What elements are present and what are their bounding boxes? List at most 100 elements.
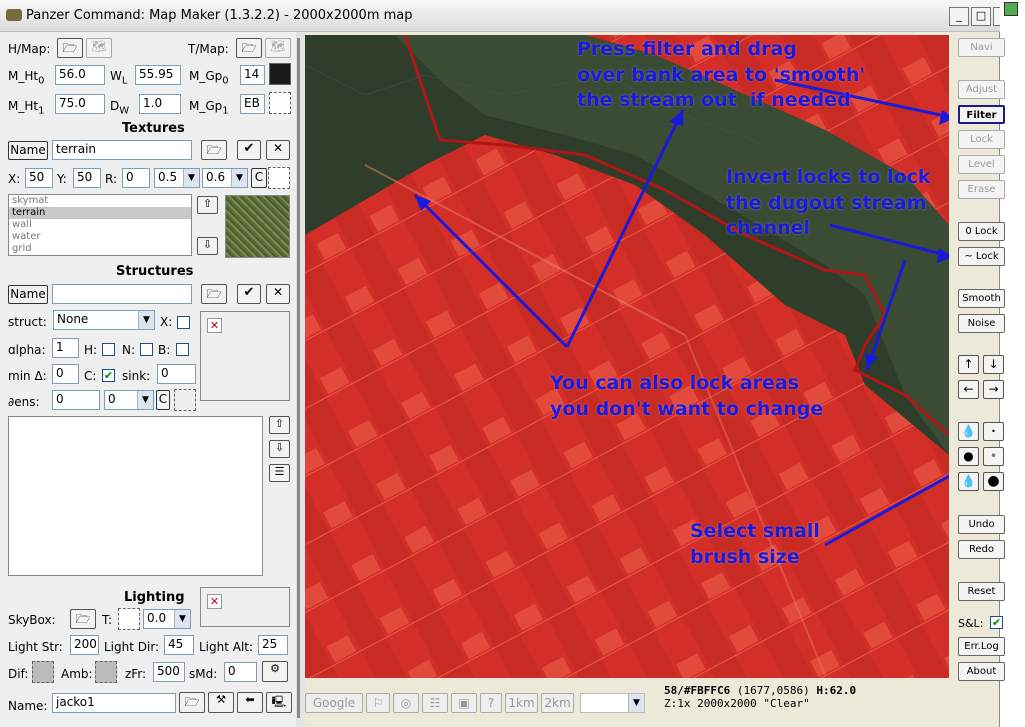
light-str-input[interactable]: 200 <box>70 635 99 655</box>
texture-name-input[interactable]: terrain <box>52 140 192 160</box>
smooth-button[interactable]: Smooth <box>958 289 1005 308</box>
skybox-t-dropdown[interactable]: 0.0 ▼ <box>143 609 191 629</box>
texture-list-item[interactable]: wall <box>9 219 191 231</box>
texture-list[interactable]: skymat terrain wall water grid <box>8 194 192 256</box>
structure-delete-button[interactable]: ✕ <box>266 284 290 304</box>
gp0-color-swatch[interactable] <box>269 63 291 85</box>
map-name-input[interactable]: jacko1 <box>52 693 176 713</box>
b-checkbox[interactable] <box>176 343 189 356</box>
texture-open-button[interactable]: 🗁 <box>201 140 227 160</box>
skybox-open-button[interactable]: 🗁 <box>70 609 96 629</box>
texture-move-down-button[interactable]: ⇩ <box>197 237 218 255</box>
structure-list[interactable] <box>8 416 263 576</box>
texture-list-item[interactable]: water <box>9 231 191 243</box>
compass-button[interactable]: ◎ <box>393 693 419 713</box>
scale-1km-button[interactable]: 1km <box>505 693 538 713</box>
n-checkbox[interactable] <box>140 343 153 356</box>
frame-button[interactable]: ▣ <box>451 693 477 713</box>
skybox-tint-swatch[interactable] <box>118 608 140 630</box>
min-delta-input[interactable]: 0 <box>52 364 79 384</box>
maximize-button[interactable]: □ <box>971 7 991 26</box>
google-button[interactable]: Google <box>305 693 363 713</box>
errlog-button[interactable]: Err.Log <box>958 637 1005 656</box>
m-ht0-input[interactable]: 56.0 <box>55 65 105 85</box>
texture-move-up-button[interactable]: ⇧ <box>197 196 218 214</box>
zoom-dropdown[interactable]: ▼ <box>580 693 645 713</box>
structure-move-down-button[interactable]: ⇩ <box>269 440 290 458</box>
zfr-input[interactable]: 500 <box>153 662 185 682</box>
m-gp1-input[interactable]: EB <box>240 94 265 114</box>
dens-dropdown[interactable]: 0 ▼ <box>104 390 154 410</box>
struct-x-checkbox[interactable] <box>177 316 190 329</box>
level-button[interactable]: Level <box>958 155 1005 174</box>
diffuse-color-swatch[interactable] <box>32 661 54 683</box>
lock-button[interactable]: Lock <box>958 130 1005 149</box>
texture-list-item[interactable]: skymat <box>9 195 191 207</box>
map-open-button[interactable]: 🗁 <box>179 692 205 713</box>
sink-input[interactable]: 0 <box>157 364 196 384</box>
tmap-open-button[interactable]: 🗁 <box>236 38 262 58</box>
undo-button[interactable]: Undo <box>958 515 1005 534</box>
filter-button[interactable]: Filter <box>958 105 1005 124</box>
minimize-button[interactable]: _ <box>949 7 969 26</box>
grid-button[interactable]: ☷ <box>422 693 448 713</box>
structure-name-button[interactable]: Name <box>8 285 48 304</box>
texture-x-input[interactable]: 50 <box>25 168 53 188</box>
m-gp0-input[interactable]: 14 <box>240 65 265 85</box>
brush-drop-large-button[interactable]: 💧 <box>958 472 979 491</box>
brush-drop-small-button[interactable]: 💧 <box>958 422 979 441</box>
m-ht1-input[interactable]: 75.0 <box>55 94 105 114</box>
map-tools-button[interactable]: ⚒ <box>208 692 234 713</box>
zero-lock-button[interactable]: 0 Lock <box>958 222 1005 241</box>
texture-scale-dropdown[interactable]: 0.5 ▼ <box>154 168 200 188</box>
bookmark-button[interactable]: ⚐ <box>366 693 390 713</box>
structure-open-button[interactable]: 🗁 <box>201 284 227 304</box>
scale-2km-button[interactable]: 2km <box>541 693 574 713</box>
dens-input[interactable]: 0 <box>52 390 100 410</box>
pan-down-button[interactable]: ↓ <box>983 355 1004 374</box>
texture-c-button[interactable]: C <box>251 168 267 188</box>
map-back-button[interactable]: ⬅ <box>237 692 263 713</box>
texture-delete-button[interactable]: ✕ <box>266 140 290 160</box>
texture-y-input[interactable]: 50 <box>73 168 101 188</box>
pan-up-button[interactable]: ↑ <box>958 355 979 374</box>
dens-color-swatch[interactable] <box>174 389 196 411</box>
brush-large-button[interactable]: ● <box>983 472 1004 491</box>
ambient-color-swatch[interactable] <box>95 661 117 683</box>
brush-soft-button[interactable]: • <box>983 447 1004 466</box>
dens-c-button[interactable]: C <box>156 390 170 410</box>
tray-icon[interactable] <box>1004 2 1018 16</box>
about-button[interactable]: About <box>958 662 1005 681</box>
brush-tiny-button[interactable]: • <box>983 422 1004 441</box>
texture-list-item[interactable]: grid <box>9 243 191 255</box>
panel-scrollbar-thumb[interactable] <box>297 38 300 718</box>
c-checkbox[interactable]: ✔ <box>102 369 115 382</box>
erase-button[interactable]: Erase <box>958 180 1005 199</box>
structure-apply-button[interactable]: ✔ <box>237 284 261 304</box>
brush-small-button[interactable]: ● <box>958 447 979 466</box>
texture-color-swatch[interactable] <box>268 167 290 189</box>
map-viewport[interactable]: Press filter and drag over bank area to … <box>305 35 949 678</box>
tmap-globe-button[interactable]: 🗺 <box>265 38 291 58</box>
lighting-settings-button[interactable]: ⚙ <box>262 661 288 682</box>
structure-move-up-button[interactable]: ⇧ <box>269 416 290 434</box>
gp1-color-swatch[interactable] <box>269 92 291 114</box>
pan-right-button[interactable]: → <box>983 380 1004 399</box>
struct-dropdown[interactable]: None ▼ <box>53 310 155 330</box>
close-button[interactable] <box>993 7 1000 26</box>
light-dir-input[interactable]: 45 <box>164 635 194 655</box>
hmap-open-button[interactable]: 🗁 <box>57 38 83 58</box>
hmap-globe-button[interactable]: 🗺 <box>86 38 112 58</box>
smd-input[interactable]: 0 <box>224 662 257 682</box>
h-checkbox[interactable] <box>102 343 115 356</box>
invert-lock-button[interactable]: ~ Lock <box>958 247 1005 266</box>
help-button[interactable]: ? <box>480 693 502 713</box>
structure-list-button[interactable]: ☰ <box>269 464 290 482</box>
texture-r-input[interactable]: 0 <box>122 168 150 188</box>
noise-button[interactable]: Noise <box>958 314 1005 333</box>
texture-blend-dropdown[interactable]: 0.6 ▼ <box>202 168 248 188</box>
wl-input[interactable]: 55.95 <box>135 65 181 85</box>
navi-button[interactable]: Navi <box>958 38 1005 57</box>
light-alt-input[interactable]: 25 <box>258 635 288 655</box>
texture-list-item[interactable]: terrain <box>9 207 191 219</box>
